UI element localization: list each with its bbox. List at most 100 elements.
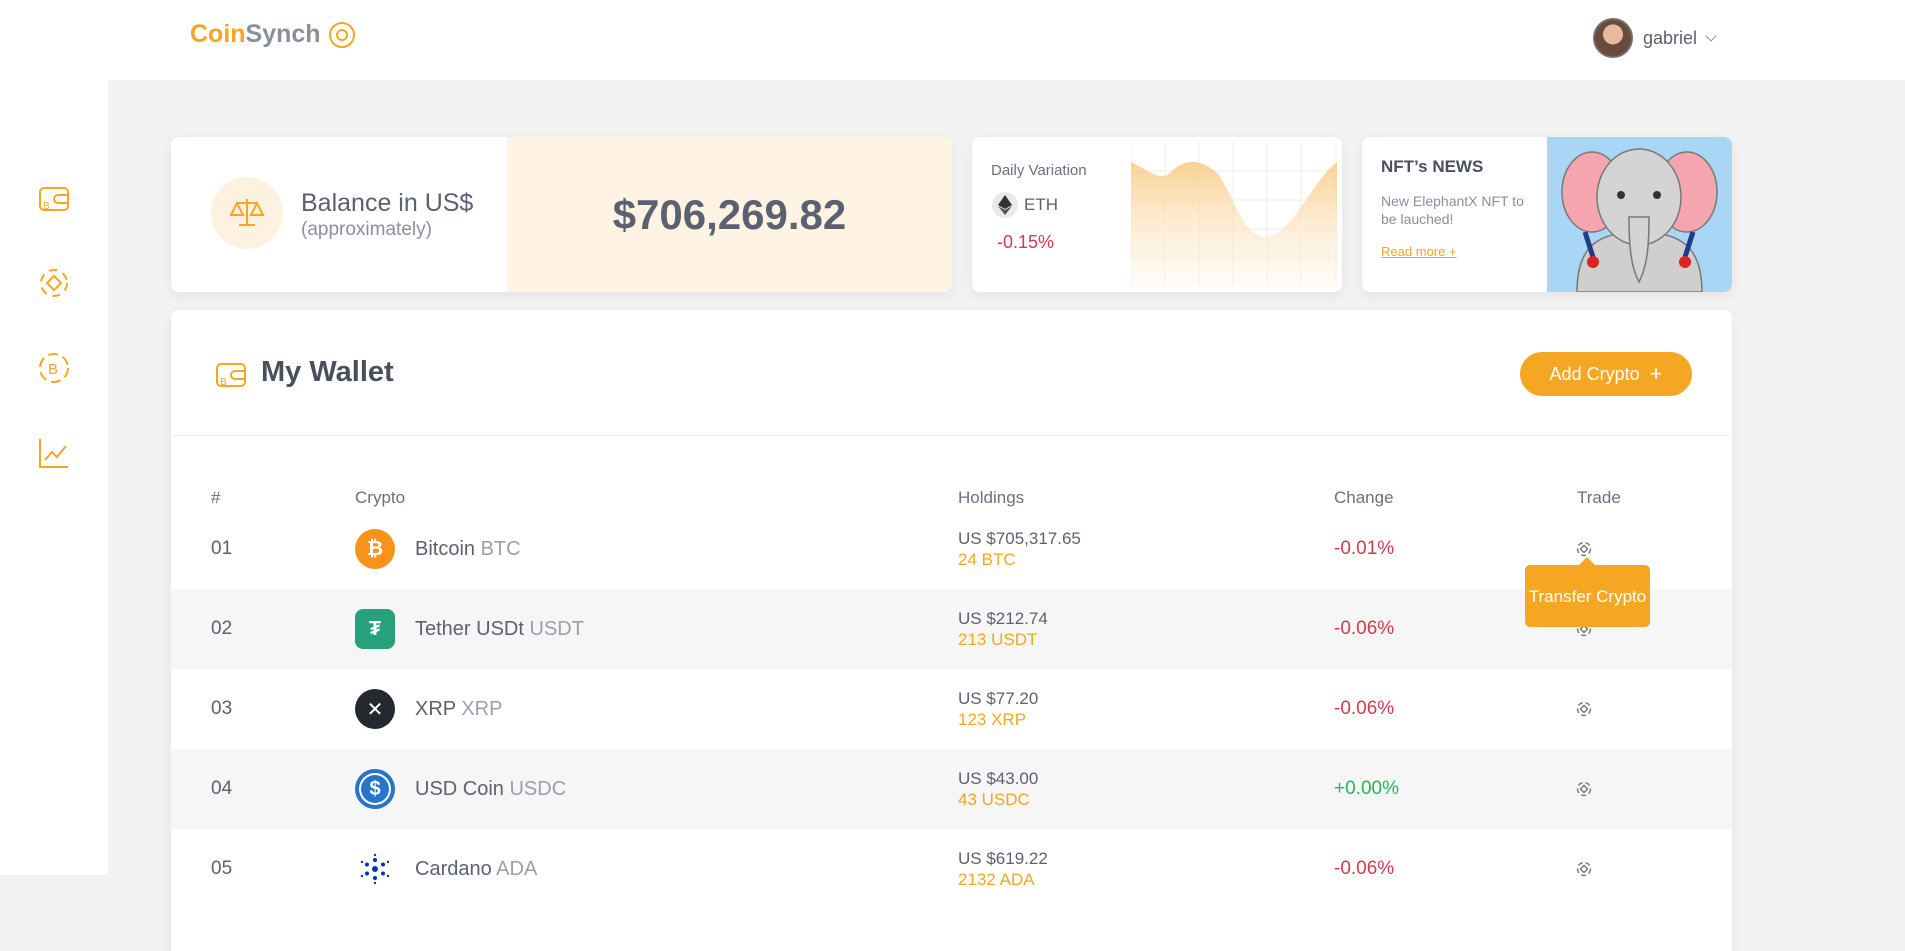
plus-icon: + bbox=[1649, 361, 1663, 386]
crypto-symbol: USDC bbox=[509, 777, 567, 800]
column-header-trade: Trade bbox=[1577, 488, 1621, 507]
holdings-cell: US $212.74 213 USDT bbox=[958, 589, 1048, 669]
holdings-usd: US $77.20 bbox=[958, 689, 1039, 708]
nft-news-text: New ElephantX NFT to be lauched! bbox=[1381, 193, 1524, 227]
crypto-name: Tether USDt bbox=[415, 617, 524, 640]
daily-variation-value: -0.15% bbox=[997, 232, 1055, 252]
scale-icon bbox=[211, 177, 283, 249]
read-more-link[interactable]: Read more + bbox=[1381, 244, 1457, 259]
daily-coin: ETH bbox=[992, 192, 1058, 218]
change-value: -0.01% bbox=[1334, 538, 1395, 559]
crypto-name: Bitcoin bbox=[415, 537, 476, 560]
table-row: 03 ✕ XRP XRP US $77.20 123 XRP -0.06% bbox=[171, 669, 1732, 749]
table-row: 02 ₮ Tether USDt USDT US $212.74 213 USD… bbox=[171, 589, 1732, 669]
holdings-usd: US $212.74 bbox=[958, 609, 1048, 628]
holdings-amount: 213 USDT bbox=[958, 630, 1038, 649]
change-value: +0.00% bbox=[1334, 778, 1399, 799]
transfer-icon[interactable] bbox=[36, 265, 72, 301]
crypto-cell: ✕ XRP XRP bbox=[355, 669, 502, 749]
wallet-icon[interactable]: B bbox=[36, 180, 72, 216]
username: gabriel bbox=[1642, 27, 1697, 48]
row-number: 01 bbox=[211, 538, 233, 559]
holdings-usd: US $705,317.65 bbox=[958, 529, 1081, 548]
column-header-holdings: Holdings bbox=[958, 488, 1025, 507]
holdings-cell: US $619.22 2132 ADA bbox=[958, 829, 1048, 909]
change-value: -0.06% bbox=[1334, 618, 1395, 639]
logo[interactable]: Coin Synch bbox=[190, 20, 355, 49]
holdings-cell: US $77.20 123 XRP bbox=[958, 669, 1038, 749]
bitcoin-icon[interactable]: B bbox=[36, 350, 72, 386]
change-value: -0.06% bbox=[1334, 698, 1395, 719]
chevron-down-icon bbox=[1705, 30, 1717, 42]
column-header-crypto: Crypto bbox=[355, 488, 406, 507]
holdings-amount: 2132 ADA bbox=[958, 870, 1035, 889]
transfer-icon[interactable] bbox=[1575, 829, 1593, 909]
daily-variation-label: Daily Variation bbox=[991, 162, 1087, 179]
nft-news-title: NFT’s NEWS bbox=[1381, 157, 1484, 176]
svg-text:B: B bbox=[220, 377, 227, 388]
daily-coin-symbol: ETH bbox=[1024, 195, 1058, 214]
transfer-crypto-tooltip: Transfer Crypto bbox=[1525, 557, 1650, 627]
svg-text:B: B bbox=[48, 361, 58, 378]
sidebar: B B bbox=[0, 80, 108, 875]
cardano-icon bbox=[355, 849, 395, 889]
column-header-number: # bbox=[211, 488, 221, 507]
transfer-icon[interactable] bbox=[1575, 669, 1593, 749]
crypto-symbol: BTC bbox=[480, 537, 521, 560]
row-number: 05 bbox=[211, 858, 233, 879]
add-crypto-button[interactable]: Add Crypto + bbox=[1520, 352, 1692, 396]
holdings-cell: US $43.00 43 USDC bbox=[958, 749, 1038, 829]
tether-icon: ₮ bbox=[355, 609, 395, 649]
add-crypto-label: Add Crypto bbox=[1549, 363, 1640, 384]
crypto-cell: Cardano ADA bbox=[355, 829, 537, 909]
xrp-icon: ✕ bbox=[355, 689, 395, 729]
holdings-amount: 24 BTC bbox=[958, 550, 1016, 569]
balance-card: Balance in US$ (approximately) $706,269.… bbox=[171, 137, 952, 292]
wallet-card: B My Wallet Add Crypto + # Crypto Holdin… bbox=[171, 310, 1732, 951]
crypto-name: XRP bbox=[415, 697, 456, 720]
crypto-cell: ₿ Bitcoin BTC bbox=[355, 509, 521, 589]
avatar bbox=[1592, 18, 1633, 58]
holdings-amount: 43 USDC bbox=[958, 790, 1030, 809]
holdings-usd: US $619.22 bbox=[958, 849, 1048, 868]
wallet-header: B My Wallet Add Crypto + bbox=[171, 310, 1732, 436]
nft-news-card: NFT’s NEWS New ElephantX NFT to be lauch… bbox=[1362, 137, 1732, 292]
table-row: 04 $ USD Coin USDC US $43.00 43 USDC +0.… bbox=[171, 749, 1732, 829]
column-header-change: Change bbox=[1334, 488, 1394, 507]
crypto-symbol: ADA bbox=[496, 857, 538, 880]
logo-text-coin: Coin bbox=[190, 20, 246, 48]
transfer-icon[interactable] bbox=[1575, 749, 1593, 829]
logo-text-synch: Synch bbox=[245, 20, 321, 48]
bitcoin-icon: ₿ bbox=[355, 529, 395, 569]
row-number: 03 bbox=[211, 698, 233, 719]
daily-variation-card: Daily Variation ETH -0.15% bbox=[972, 137, 1342, 292]
balance-subtitle: (approximately) bbox=[301, 219, 432, 240]
balance-title: Balance in US$ bbox=[301, 189, 474, 217]
logo-mark-icon bbox=[328, 21, 355, 48]
wallet-title-icon: B bbox=[213, 356, 249, 392]
ethereum-icon bbox=[992, 192, 1018, 218]
table-row: 05 Cardano ADA US $619.22 2132 ADA -0.06… bbox=[171, 829, 1732, 909]
chart-icon[interactable] bbox=[36, 435, 72, 471]
top-bar: Coin Synch gabriel bbox=[0, 0, 1905, 80]
elephant-nft-image bbox=[1547, 137, 1732, 292]
table-row: 01 ₿ Bitcoin BTC US $705,317.65 24 BTC -… bbox=[171, 509, 1732, 589]
crypto-cell: $ USD Coin USDC bbox=[355, 749, 566, 829]
holdings-usd: US $43.00 bbox=[958, 769, 1039, 788]
change-value: -0.06% bbox=[1334, 858, 1395, 879]
row-number: 02 bbox=[211, 618, 233, 639]
crypto-cell: ₮ Tether USDt USDT bbox=[355, 589, 584, 669]
holdings-amount: 123 XRP bbox=[958, 710, 1027, 729]
crypto-name: Cardano bbox=[415, 857, 492, 880]
daily-variation-chart bbox=[1130, 142, 1337, 287]
wallet-title: My Wallet bbox=[261, 356, 394, 388]
usd-coin-icon: $ bbox=[355, 769, 395, 809]
holdings-cell: US $705,317.65 24 BTC bbox=[958, 509, 1081, 589]
svg-text:B: B bbox=[43, 201, 50, 212]
row-number: 04 bbox=[211, 778, 233, 799]
balance-label-area: Balance in US$ (approximately) bbox=[171, 137, 507, 292]
crypto-name: USD Coin bbox=[415, 777, 504, 800]
user-menu[interactable]: gabriel bbox=[1592, 18, 1717, 58]
crypto-symbol: USDT bbox=[529, 617, 584, 640]
crypto-symbol: XRP bbox=[461, 697, 503, 720]
